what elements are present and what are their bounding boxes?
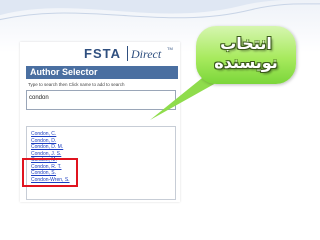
author-result-link[interactable]: Condon, D.: [31, 138, 56, 144]
results-highlight-box: [22, 158, 78, 187]
logo-brand: FSTA: [84, 46, 121, 61]
callout-text: انتخاب نویسنده: [196, 34, 296, 72]
logo-suffix: Direct: [131, 47, 162, 61]
logo-separator: [127, 46, 128, 61]
search-hint: Type to search then Click name to add to…: [28, 82, 125, 87]
callout-line-2: نویسنده: [214, 53, 278, 72]
author-search-input[interactable]: condon: [26, 90, 176, 110]
fsta-direct-logo: FSTA Direct TM: [84, 46, 174, 62]
trademark-mark: TM: [167, 46, 173, 51]
author-result-link[interactable]: Condon, C.: [31, 131, 56, 137]
callout-line-1: انتخاب: [220, 34, 272, 53]
author-selector-title: Author Selector: [26, 66, 178, 79]
author-result-link[interactable]: Condon, J. S.: [31, 151, 61, 157]
author-result-link[interactable]: Condon, D. M.: [31, 144, 63, 150]
